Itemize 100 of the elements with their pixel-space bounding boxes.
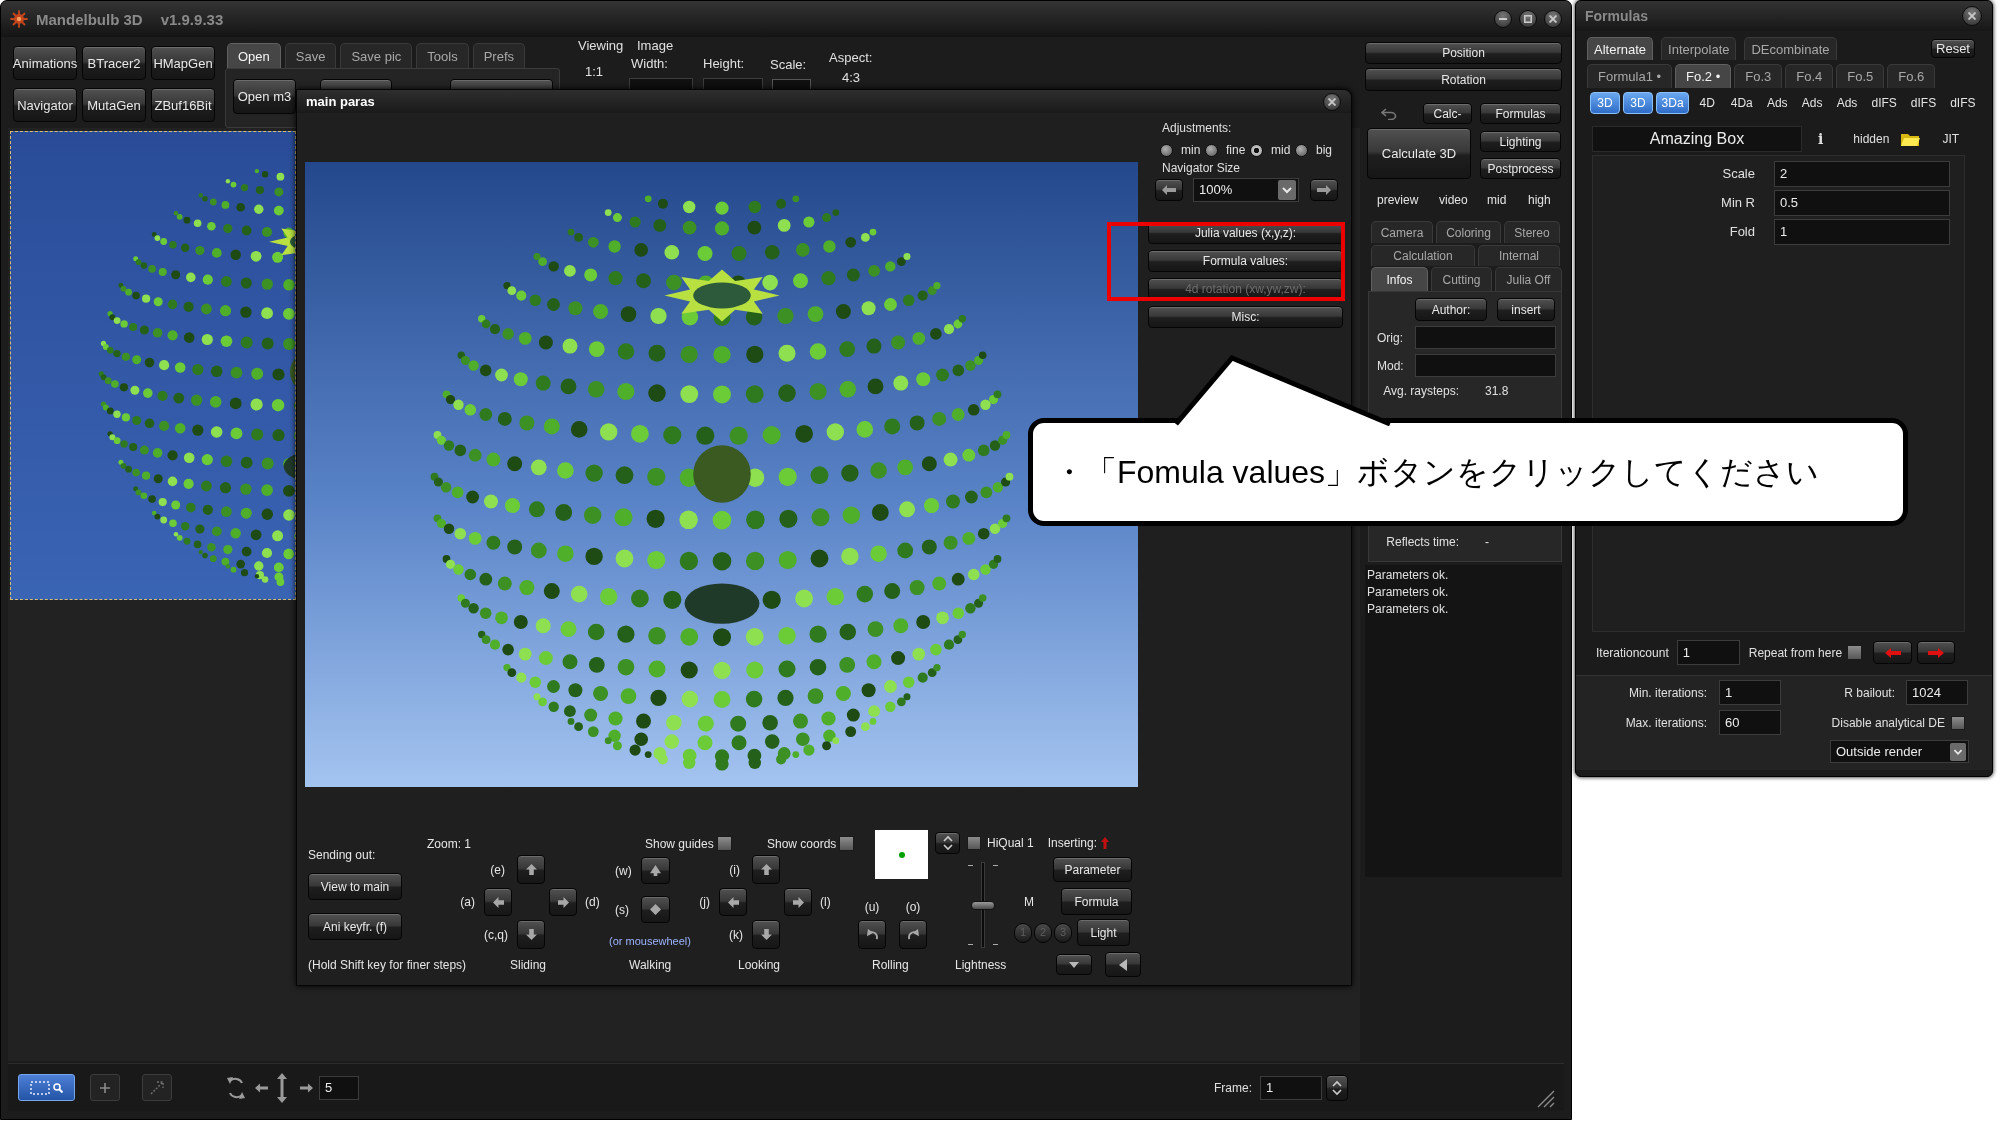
tab[interactable]: Fo.5 (1836, 64, 1885, 88)
open-button[interactable]: Open m3 (233, 79, 296, 114)
formula-type-button[interactable]: dIFS (1865, 92, 1903, 114)
calc-minus-button[interactable]: Calc- (1423, 103, 1472, 124)
close-button[interactable] (1544, 10, 1562, 28)
move-left-button[interactable] (719, 888, 747, 916)
insert-button[interactable]: insert (1497, 298, 1555, 321)
back-button[interactable] (641, 896, 670, 923)
tab[interactable]: Cutting (1431, 267, 1492, 291)
move-down-button[interactable] (517, 920, 545, 949)
move-down-button[interactable] (752, 920, 780, 949)
checkbox[interactable] (967, 835, 981, 850)
add-button[interactable] (90, 1074, 120, 1101)
lightness-slider[interactable] (968, 862, 998, 948)
tool-button[interactable]: HMapGen (151, 46, 215, 80)
radio-button[interactable] (1205, 143, 1218, 157)
tab[interactable]: Fo.2 • (1675, 64, 1732, 88)
tab[interactable]: Infos (1371, 267, 1428, 291)
formula-type-button[interactable]: Ads (1796, 92, 1829, 114)
navigate-left-button[interactable] (1155, 179, 1183, 201)
move-right-button[interactable] (784, 888, 812, 916)
move-up-button[interactable] (752, 855, 780, 884)
tab[interactable]: Coloring (1436, 221, 1501, 243)
forward-button[interactable] (641, 857, 670, 884)
tab[interactable]: Calculation (1371, 245, 1475, 266)
tab[interactable]: Alternate (1587, 37, 1654, 60)
section-button[interactable]: Misc: (1148, 306, 1343, 328)
quality-option[interactable]: high (1528, 192, 1551, 208)
keyframe-button[interactable]: Ani keyfr. (f) (308, 913, 402, 940)
roll-left-button[interactable] (858, 920, 886, 949)
tool-button[interactable]: ZBuf16Bit (151, 88, 215, 122)
minimize-button[interactable] (1494, 10, 1512, 28)
tab[interactable]: Fo.3 (1734, 64, 1783, 88)
frame-field[interactable]: 1 (1260, 1075, 1322, 1100)
tab[interactable]: Julia Off (1495, 267, 1562, 291)
checkbox[interactable] (1847, 645, 1863, 660)
radio-button[interactable] (1295, 143, 1308, 157)
tool-button[interactable]: Navigator (13, 88, 77, 122)
formula-type-button[interactable]: 3Da (1656, 92, 1690, 114)
calculate-button[interactable]: Calculate 3D (1367, 128, 1471, 179)
checkbox[interactable] (716, 836, 732, 851)
radio-button[interactable] (1250, 143, 1263, 157)
up-down-arrow-icon[interactable] (276, 1072, 288, 1103)
light-button[interactable]: Light (1077, 919, 1130, 946)
formula-type-button[interactable]: 4D (1692, 92, 1723, 114)
tool-button[interactable]: BTracer2 (82, 46, 146, 80)
tab[interactable]: Save (284, 43, 337, 68)
author-button[interactable]: Author: (1415, 298, 1487, 321)
tab[interactable]: Prefs (472, 43, 526, 68)
formula-type-button[interactable]: 4Da (1725, 92, 1759, 114)
step-field[interactable]: 5 (319, 1075, 359, 1100)
reset-button[interactable]: Reset (1931, 39, 1975, 58)
lighting-button[interactable]: Lighting (1480, 131, 1561, 152)
next-button[interactable] (1917, 641, 1956, 664)
checkbox[interactable] (839, 836, 855, 851)
tab[interactable]: Interpolate (1661, 37, 1737, 60)
tab[interactable]: Stereo (1504, 221, 1560, 243)
move-up-button[interactable] (517, 855, 545, 884)
close-button[interactable] (1962, 6, 1982, 26)
left-arrow-icon[interactable] (255, 1082, 268, 1093)
tab[interactable]: Internal (1478, 245, 1560, 266)
navigate-right-button[interactable] (1310, 179, 1338, 201)
roll-right-button[interactable] (899, 920, 927, 949)
mod-field[interactable] (1415, 354, 1556, 377)
position-button[interactable]: Position (1365, 42, 1562, 64)
maximize-button[interactable] (1519, 10, 1537, 28)
tab[interactable]: Formula1 • (1587, 64, 1673, 88)
parameter-button[interactable]: Parameter (1053, 857, 1132, 882)
close-button[interactable] (1323, 92, 1341, 111)
formula-type-button[interactable]: dIFS (1905, 92, 1942, 114)
formula-type-button[interactable]: Ads (1761, 92, 1794, 114)
tab[interactable]: Tools (416, 43, 469, 68)
view-to-main-button[interactable]: View to main (308, 873, 402, 900)
outside-render-dropdown[interactable]: Outside render (1830, 740, 1969, 763)
slider-thumb[interactable] (971, 900, 995, 910)
info-button[interactable]: i (1818, 132, 1824, 146)
frame-spinner[interactable] (1326, 1074, 1348, 1101)
min-iterations-field[interactable]: 1 (1719, 680, 1781, 705)
resize-grip-icon[interactable] (1537, 1090, 1555, 1108)
navigator-size-dropdown[interactable]: 100% (1193, 178, 1299, 202)
formula-button[interactable]: Formula (1061, 888, 1132, 915)
rotation-button[interactable]: Rotation (1365, 68, 1562, 91)
right-arrow-icon[interactable] (300, 1082, 313, 1093)
formula-type-button[interactable]: Ads (1831, 92, 1863, 114)
tab[interactable]: Save pic (340, 43, 413, 68)
parameter-field[interactable]: 2 (1774, 161, 1950, 187)
collapse-button[interactable] (1056, 954, 1092, 975)
iterationcount-field[interactable]: 1 (1676, 640, 1740, 665)
formulas-button[interactable]: Formulas (1480, 103, 1561, 124)
postprocess-button[interactable]: Postprocess (1480, 158, 1561, 179)
previous-button[interactable] (1873, 641, 1913, 664)
tab[interactable]: Camera (1371, 221, 1433, 243)
checkbox[interactable] (1951, 715, 1965, 730)
tab[interactable]: DEcombinate (1744, 37, 1837, 60)
move-right-button[interactable] (549, 888, 577, 916)
undo-icon[interactable] (1381, 107, 1397, 120)
select-zoom-button[interactable] (18, 1074, 75, 1101)
tool-button[interactable]: Animations (13, 46, 77, 80)
orig-field[interactable] (1415, 326, 1556, 349)
formula-name-field[interactable]: Amazing Box (1592, 126, 1802, 152)
